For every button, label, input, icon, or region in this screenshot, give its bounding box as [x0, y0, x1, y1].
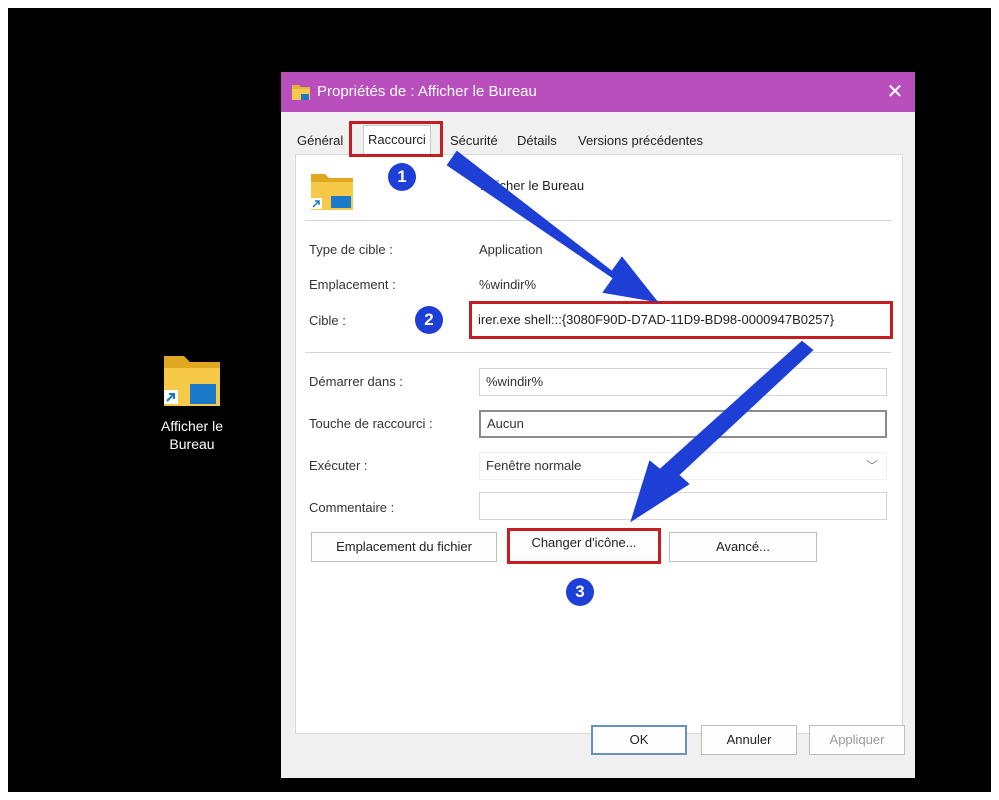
properties-dialog: Propriétés de : Afficher le Bureau ✕ Gén…: [281, 72, 915, 778]
desktop-shortcut-label: Afficher le Bureau: [161, 418, 223, 452]
comment-input[interactable]: [479, 492, 887, 520]
start-in-input[interactable]: %windir%: [479, 368, 887, 396]
start-in-label: Démarrer dans :: [309, 374, 403, 389]
target-label: Cible :: [309, 313, 346, 328]
advanced-button[interactable]: Avancé...: [669, 532, 817, 562]
target-input[interactable]: irer.exe shell:::{3080F90D-D7AD-11D9-BD9…: [469, 301, 893, 339]
open-file-location-button[interactable]: Emplacement du fichier: [311, 532, 497, 562]
hotkey-label: Touche de raccourci :: [309, 416, 433, 431]
target-type-label: Type de cible :: [309, 242, 393, 257]
tab-panel-raccourci: [295, 154, 903, 734]
location-value: %windir%: [479, 277, 537, 292]
ok-button[interactable]: OK: [591, 725, 687, 755]
title-bar[interactable]: Propriétés de : Afficher le Bureau ✕: [281, 72, 915, 112]
location-label: Emplacement :: [309, 277, 396, 292]
step-badge-2: 2: [415, 306, 443, 334]
apply-button[interactable]: Appliquer: [809, 725, 905, 755]
separator: [305, 220, 891, 221]
chevron-down-icon: ﹀: [865, 459, 878, 473]
run-label: Exécuter :: [309, 458, 368, 473]
folder-icon: [292, 85, 310, 100]
shortcut-name: Afficher le Bureau: [481, 178, 585, 193]
run-select[interactable]: Fenêtre normale ﹀: [479, 452, 887, 480]
run-select-value: Fenêtre normale: [486, 458, 582, 473]
tab-general[interactable]: Général: [297, 128, 343, 154]
cancel-button[interactable]: Annuler: [701, 725, 797, 755]
shortcut-folder-icon: [311, 174, 353, 210]
comment-label: Commentaire :: [309, 500, 395, 515]
step-badge-3: 3: [566, 578, 594, 606]
tab-securite[interactable]: Sécurité: [450, 128, 498, 154]
close-button[interactable]: ✕: [881, 78, 909, 106]
step-badge-1: 1: [388, 163, 416, 191]
change-icon-button[interactable]: Changer d'icône...: [507, 528, 661, 564]
target-type-value: Application: [479, 242, 543, 257]
tab-details[interactable]: Détails: [517, 128, 557, 154]
separator: [305, 352, 891, 353]
folder-shortcut-icon: [164, 356, 220, 406]
tab-highlight-box: [349, 121, 443, 157]
hotkey-input[interactable]: Aucun: [479, 410, 887, 438]
dialog-title: Propriétés de : Afficher le Bureau: [317, 83, 537, 100]
tab-versions-precedentes[interactable]: Versions précédentes: [578, 128, 703, 154]
